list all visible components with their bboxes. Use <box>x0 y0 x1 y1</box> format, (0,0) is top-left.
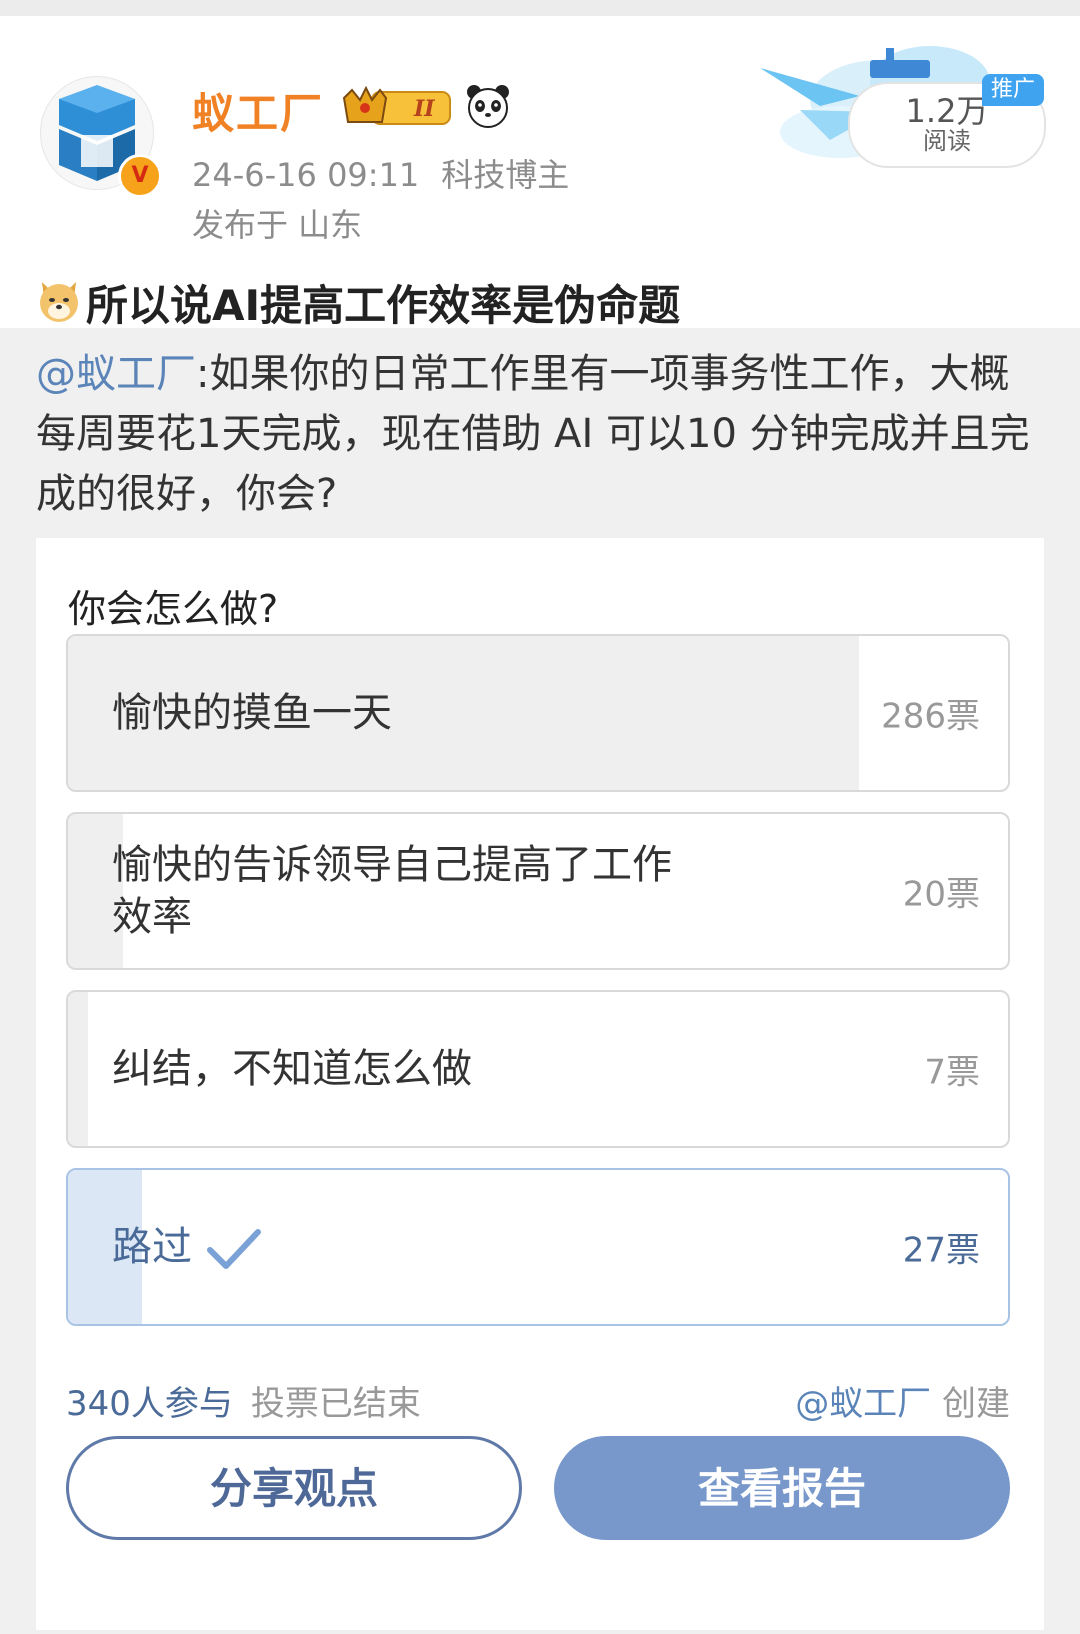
poll-option-votes: 286票 <box>881 696 980 737</box>
poll-option-selected[interactable]: 路过 27票 <box>66 1168 1010 1326</box>
crown-level-icon[interactable]: II <box>342 86 454 128</box>
poll-option-fill <box>68 992 88 1146</box>
poll-option-votes: 27票 <box>902 1230 980 1271</box>
poll-creator-suffix: 创建 <box>942 1384 1010 1424</box>
poll-participants: 340人参与 <box>66 1384 233 1424</box>
level-text: II <box>413 96 435 122</box>
quote-mention[interactable]: @蚁工厂 <box>36 351 196 397</box>
quoted-text: @蚁工厂:如果你的日常工作里有一项事务性工作，大概每周要花1天完成，现在借助 A… <box>36 344 1046 524</box>
poll-option[interactable]: 愉快的摸鱼一天 286票 <box>66 634 1010 792</box>
top-strip <box>0 0 1080 16</box>
post-location: 发布于 山东 <box>192 206 363 244</box>
poll-option-label: 愉快的摸鱼一天 <box>112 690 392 736</box>
poll-option[interactable]: 纠结，不知道怎么做 7票 <box>66 990 1010 1148</box>
poll-creator-mention[interactable]: @蚁工厂 <box>795 1384 931 1424</box>
poll-card: 你会怎么做? 愉快的摸鱼一天 286票 愉快的告诉领导自己提高了工作效率 20票… <box>36 538 1044 1630</box>
poll-option[interactable]: 愉快的告诉领导自己提高了工作效率 20票 <box>66 812 1010 970</box>
post-header: V 蚁工厂 II 24-6-16 09:11 科技博主 发布于 山东 1.2万 阅… <box>0 16 1080 330</box>
poll-option-text: 路过 <box>112 1224 192 1270</box>
poll-question: 你会怎么做? <box>68 587 279 631</box>
author-role: 科技博主 <box>441 156 570 194</box>
post-timestamp: 24-6-16 09:11 <box>192 156 420 194</box>
promo-tag: 推广 <box>982 74 1044 106</box>
doge-icon <box>40 282 78 322</box>
share-opinion-button[interactable]: 分享观点 <box>66 1436 522 1540</box>
poll-option-label: 路过 <box>112 1221 692 1273</box>
author-name[interactable]: 蚁工厂 <box>192 80 324 141</box>
view-report-button[interactable]: 查看报告 <box>554 1436 1010 1540</box>
checkmark-icon <box>207 1229 261 1269</box>
poll-option-votes: 7票 <box>924 1052 980 1093</box>
poll-status: 投票已结束 <box>250 1384 421 1424</box>
poll-creator: @蚁工厂 创建 <box>795 1376 1010 1425</box>
post-meta: 24-6-16 09:11 科技博主 <box>192 150 569 196</box>
poll-option-votes: 20票 <box>902 874 980 915</box>
poll-footer-stats: 340人参与 投票已结束 <box>66 1376 421 1425</box>
panda-icon <box>467 85 509 128</box>
post-title: 所以说AI提高工作效率是伪命题 <box>86 281 681 330</box>
read-label: 阅读 <box>923 127 971 155</box>
poll-option-label: 纠结，不知道怎么做 <box>112 1046 472 1092</box>
verified-v-icon: V <box>118 154 162 198</box>
poll-option-label: 愉快的告诉领导自己提高了工作效率 <box>112 842 672 940</box>
